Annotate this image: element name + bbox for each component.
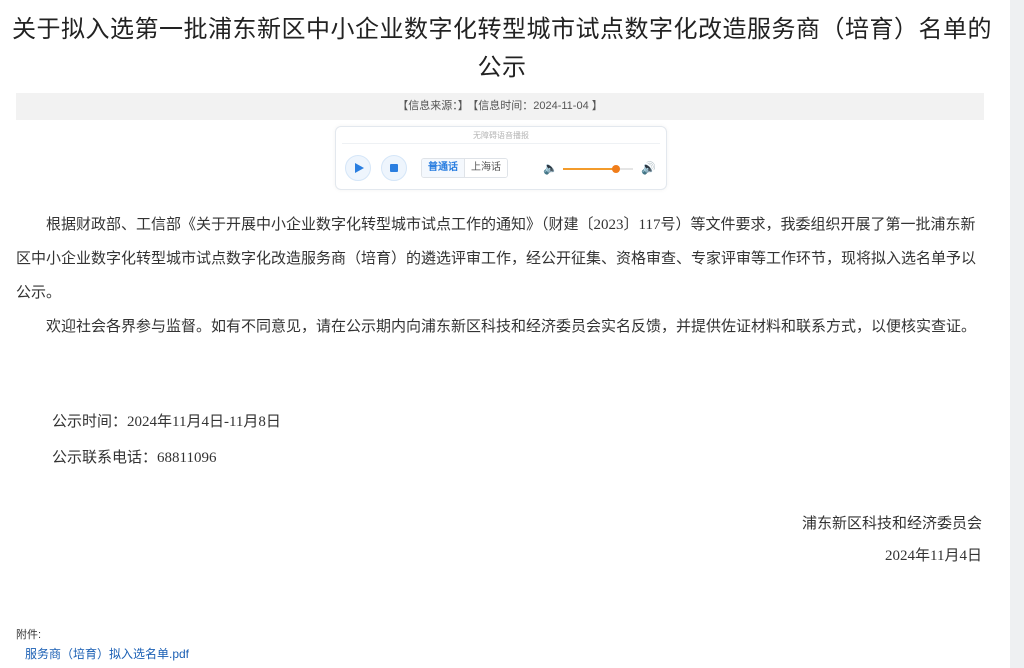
lang-shanghai-button[interactable]: 上海话 bbox=[465, 159, 507, 177]
contact-phone: 公示联系电话：68811096 bbox=[52, 450, 217, 466]
language-selector: 普通话 上海话 bbox=[421, 158, 508, 178]
stop-button[interactable] bbox=[381, 155, 407, 181]
info-source: 【信息来源：】 bbox=[397, 100, 469, 112]
volume-knob[interactable] bbox=[611, 165, 620, 173]
play-icon bbox=[355, 163, 364, 173]
voice-broadcast-player: 无障碍语音播报 普通话 上海话 🔈 🔊 bbox=[335, 126, 667, 190]
publicity-period: 公示时间：2024年11月4日-11月8日 bbox=[52, 414, 281, 430]
player-caption: 无障碍语音播报 bbox=[473, 131, 529, 140]
article-body: 根据财政部、工信部《关于开展中小企业数字化转型城市试点工作的通知》（财建〔202… bbox=[16, 208, 984, 344]
info-time: 【信息时间：2024-11-04 】 bbox=[472, 100, 603, 112]
sign-date: 2024年11月4日 bbox=[885, 548, 982, 564]
title-line-1: 关于拟入选第一批浦东新区中小企业数字化转型城市试点数字化改造服务商（培育）名单的 bbox=[12, 15, 992, 43]
lang-mandarin-button[interactable]: 普通话 bbox=[422, 159, 465, 177]
stop-icon bbox=[390, 164, 398, 172]
body-paragraph-2: 欢迎社会各界参与监督。如有不同意见，请在公示期内向浦东新区科技和经济委员会实名反… bbox=[46, 319, 977, 335]
attachment-link[interactable]: 服务商（培育）拟入选名单.pdf bbox=[25, 645, 189, 662]
body-paragraph-1: 根据财政部、工信部《关于开展中小企业数字化转型城市试点工作的通知》（财建〔202… bbox=[16, 217, 977, 301]
volume-low-icon[interactable]: 🔈 bbox=[543, 161, 558, 175]
attachments-label: 附件: bbox=[16, 629, 42, 641]
scrollbar-track[interactable] bbox=[1010, 0, 1024, 668]
page-title: 关于拟入选第一批浦东新区中小企业数字化转型城市试点数字化改造服务商（培育）名单的… bbox=[10, 10, 994, 86]
volume-slider[interactable] bbox=[563, 165, 633, 173]
signer: 浦东新区科技和经济委员会 bbox=[801, 516, 982, 532]
info-meta-bar: 【信息来源：】 【信息时间：2024-11-04 】 bbox=[16, 93, 984, 120]
title-line-2: 公示 bbox=[477, 53, 527, 81]
volume-fill bbox=[563, 168, 616, 170]
play-button[interactable] bbox=[345, 155, 371, 181]
player-divider bbox=[342, 143, 660, 144]
volume-high-icon[interactable]: 🔊 bbox=[641, 161, 656, 175]
